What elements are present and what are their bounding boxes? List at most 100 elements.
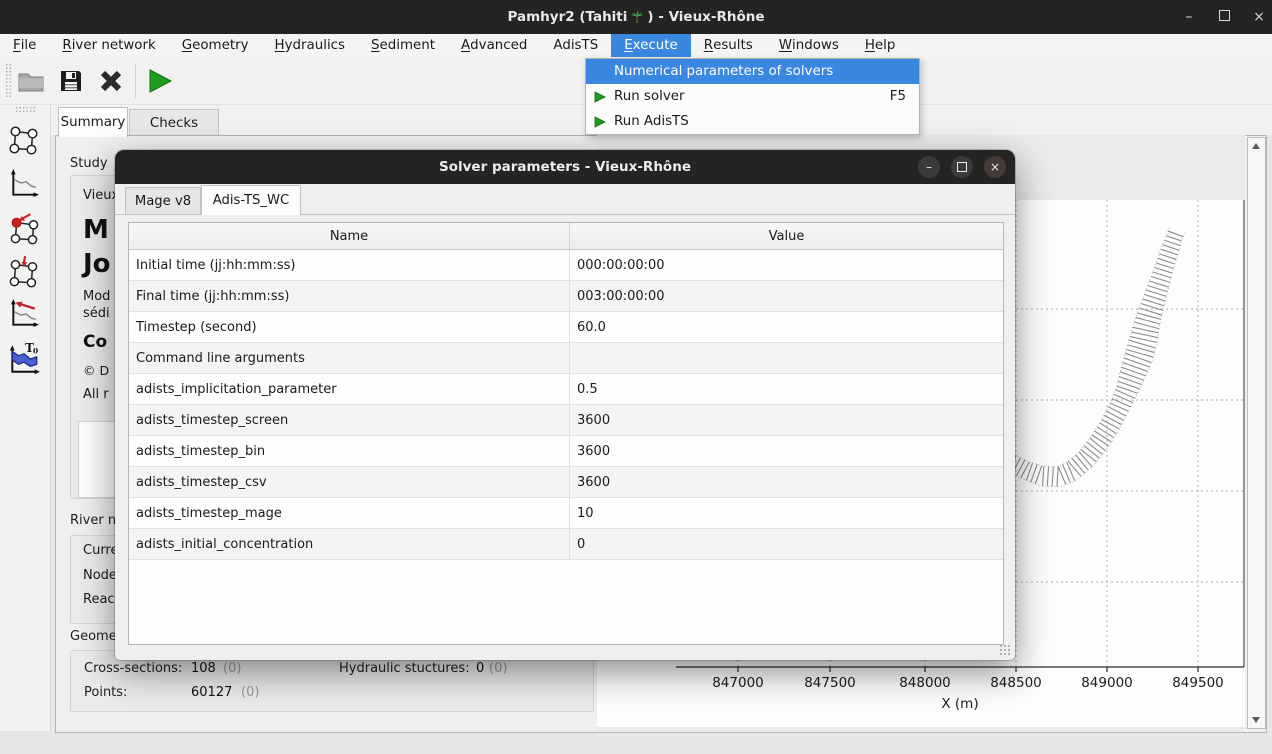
menu-item-results[interactable]: Results <box>691 34 766 57</box>
tab-summary[interactable]: Summary <box>58 107 128 137</box>
dialog-minimize-button[interactable]: – <box>918 156 940 178</box>
param-name-cell[interactable]: adists_timestep_bin <box>129 436 570 467</box>
menu-item-river-network[interactable]: River network <box>49 34 168 57</box>
application-window: Pamhyr2 (Tahiti ) - Vieux-Rhône – × File… <box>0 0 1272 754</box>
menu-item-windows[interactable]: Windows <box>766 34 852 57</box>
dialog-tabbar: Mage v8 Adis-TS_WC <box>115 185 1015 215</box>
menu-item-run-adists[interactable]: Run AdisTS <box>586 109 919 134</box>
points-label: Points: <box>84 685 127 700</box>
param-value-cell[interactable] <box>570 343 1004 374</box>
param-name-cell[interactable]: Initial time (jj:hh:mm:ss) <box>129 250 570 281</box>
cross-sections-extra: (0) <box>223 661 241 676</box>
window-title-prefix: Pamhyr2 (Tahiti <box>507 9 627 25</box>
param-value-cell[interactable]: 0 <box>570 529 1004 560</box>
rights-text: All r <box>83 387 109 402</box>
menu-item-numerical-parameters-of-solvers[interactable]: Numerical parameters of solvers <box>586 59 919 84</box>
param-name-cell[interactable]: adists_implicitation_parameter <box>129 374 570 405</box>
column-header-name[interactable]: Name <box>129 223 570 250</box>
palm-tree-icon <box>630 10 644 24</box>
svg-text:848000: 848000 <box>899 675 951 691</box>
node-label: Node <box>83 568 117 583</box>
river-network-group-label: River n <box>70 513 116 528</box>
river-network-tool-button[interactable] <box>8 124 40 156</box>
dialog-tab-mage-v8-label: Mage v8 <box>135 194 191 209</box>
column-header-value[interactable]: Value <box>570 223 1004 250</box>
boundary-conditions-icon <box>8 211 40 245</box>
lateral-contributions-tool-button[interactable] <box>8 254 40 286</box>
open-folder-button[interactable] <box>13 62 49 100</box>
window-minimize-button[interactable]: – <box>1182 9 1196 25</box>
menu-item-shortcut: F5 <box>890 89 919 104</box>
points-value: 60127 <box>191 685 232 700</box>
param-name-cell[interactable]: Final time (jj:hh:mm:ss) <box>129 281 570 312</box>
param-value-cell[interactable]: 0.5 <box>570 374 1004 405</box>
param-value-cell[interactable]: 3600 <box>570 436 1004 467</box>
menu-item-adists[interactable]: AdisTS <box>540 34 611 57</box>
boundary-conditions-tool-button[interactable] <box>8 211 40 243</box>
t0-conditions-tool-button[interactable]: T 0 <box>8 342 40 374</box>
tab-summary-label: Summary <box>61 115 126 130</box>
window-title-suffix: ) - Vieux-Rhône <box>647 9 764 25</box>
svg-text:848500: 848500 <box>990 675 1042 691</box>
close-project-button[interactable] <box>93 62 129 100</box>
param-name-cell[interactable]: adists_timestep_csv <box>129 467 570 498</box>
window-title: Pamhyr2 (Tahiti ) - Vieux-Rhône <box>507 9 764 25</box>
param-value-cell[interactable]: 60.0 <box>570 312 1004 343</box>
param-name-cell[interactable]: adists_timestep_screen <box>129 405 570 436</box>
dialog-tab-mage-v8[interactable]: Mage v8 <box>125 187 201 215</box>
param-name-cell[interactable]: Command line arguments <box>129 343 570 374</box>
table-row: Command line arguments <box>129 343 1003 374</box>
param-value-cell[interactable]: 3600 <box>570 467 1004 498</box>
menu-item-file[interactable]: File <box>0 34 49 57</box>
reach-label: Reac <box>83 592 115 607</box>
save-button[interactable] <box>53 62 89 100</box>
menu-item-advanced[interactable]: Advanced <box>448 34 540 57</box>
run-solver-button[interactable] <box>141 62 177 100</box>
param-value-cell[interactable]: 3600 <box>570 405 1004 436</box>
param-value-cell[interactable]: 003:00:00:00 <box>570 281 1004 312</box>
sidebar-drag-handle[interactable] <box>15 106 35 113</box>
dialog-maximize-icon <box>957 162 967 172</box>
dialog-resize-grip[interactable] <box>999 644 1011 656</box>
toolbar-drag-handle[interactable] <box>5 63 12 99</box>
dialog-titlebar[interactable]: Solver parameters - Vieux-Rhône – × <box>115 150 1015 184</box>
initial-conditions-tool-button[interactable] <box>8 298 40 330</box>
dialog-tab-adis-ts-wc[interactable]: Adis-TS_WC <box>201 185 301 215</box>
table-row: adists_timestep_screen3600 <box>129 405 1003 436</box>
copyright-text: © D <box>83 363 109 378</box>
menu-item-help[interactable]: Help <box>852 34 909 57</box>
table-row: adists_timestep_mage10 <box>129 498 1003 529</box>
toolbar-divider <box>135 64 136 98</box>
window-close-button[interactable]: × <box>1252 9 1266 25</box>
menu-item-execute[interactable]: Execute <box>611 34 691 57</box>
menu-item-run-solver[interactable]: Run solverF5 <box>586 84 919 109</box>
table-row: Final time (jj:hh:mm:ss)003:00:00:00 <box>129 281 1003 312</box>
dialog-close-button[interactable]: × <box>984 156 1006 178</box>
t0-chart-icon: T 0 <box>8 342 40 376</box>
param-value-cell[interactable]: 000:00:00:00 <box>570 250 1004 281</box>
longitudinal-profile-tool-button[interactable] <box>8 168 40 200</box>
svg-text:0: 0 <box>33 347 38 356</box>
maximize-icon <box>1219 10 1230 21</box>
current-label: Curre <box>83 543 119 558</box>
scroll-down-icon[interactable] <box>1248 713 1263 727</box>
window-maximize-button[interactable] <box>1217 9 1231 25</box>
run-play-icon <box>586 91 614 103</box>
table-row: adists_timestep_csv3600 <box>129 467 1003 498</box>
menu-item-hydraulics[interactable]: Hydraulics <box>262 34 358 57</box>
table-row: adists_timestep_bin3600 <box>129 436 1003 467</box>
menu-item-geometry[interactable]: Geometry <box>169 34 262 57</box>
hydraulic-structures-extra: (0) <box>489 661 507 676</box>
tab-checks[interactable]: Checks <box>129 109 219 136</box>
hydraulic-structures-value: 0 <box>476 661 484 676</box>
dialog-maximize-button[interactable] <box>951 156 973 178</box>
param-name-cell[interactable]: Timestep (second) <box>129 312 570 343</box>
window-titlebar[interactable]: Pamhyr2 (Tahiti ) - Vieux-Rhône – × <box>0 0 1272 34</box>
menu-item-sediment[interactable]: Sediment <box>358 34 448 57</box>
param-name-cell[interactable]: adists_initial_concentration <box>129 529 570 560</box>
vertical-scrollbar[interactable] <box>1247 137 1266 729</box>
param-name-cell[interactable]: adists_timestep_mage <box>129 498 570 529</box>
run-play-icon <box>144 68 174 94</box>
scroll-up-icon[interactable] <box>1248 139 1263 153</box>
param-value-cell[interactable]: 10 <box>570 498 1004 529</box>
